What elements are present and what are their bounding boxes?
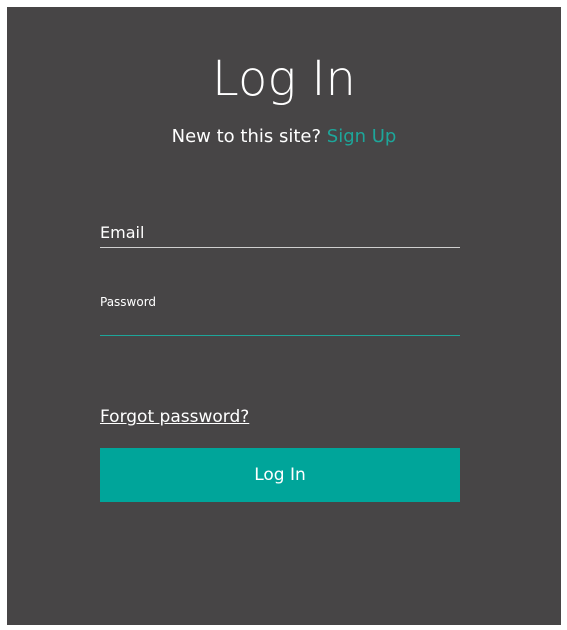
page-title: Log In <box>212 51 356 107</box>
password-label: Password <box>100 295 157 309</box>
login-panel: Log In New to this site? Sign Up Email P… <box>7 7 561 625</box>
forgot-password-link[interactable]: Forgot password? <box>100 405 249 429</box>
password-field-container[interactable]: Password <box>100 290 460 336</box>
signup-link[interactable]: Sign Up <box>327 126 397 147</box>
signup-prompt-text: New to this site? <box>171 126 322 147</box>
password-input[interactable] <box>100 313 460 333</box>
login-button[interactable]: Log In <box>100 448 460 502</box>
email-field-container[interactable]: Email <box>100 221 460 248</box>
signup-prompt: New to this site? Sign Up <box>7 124 561 150</box>
email-input[interactable] <box>100 225 460 245</box>
